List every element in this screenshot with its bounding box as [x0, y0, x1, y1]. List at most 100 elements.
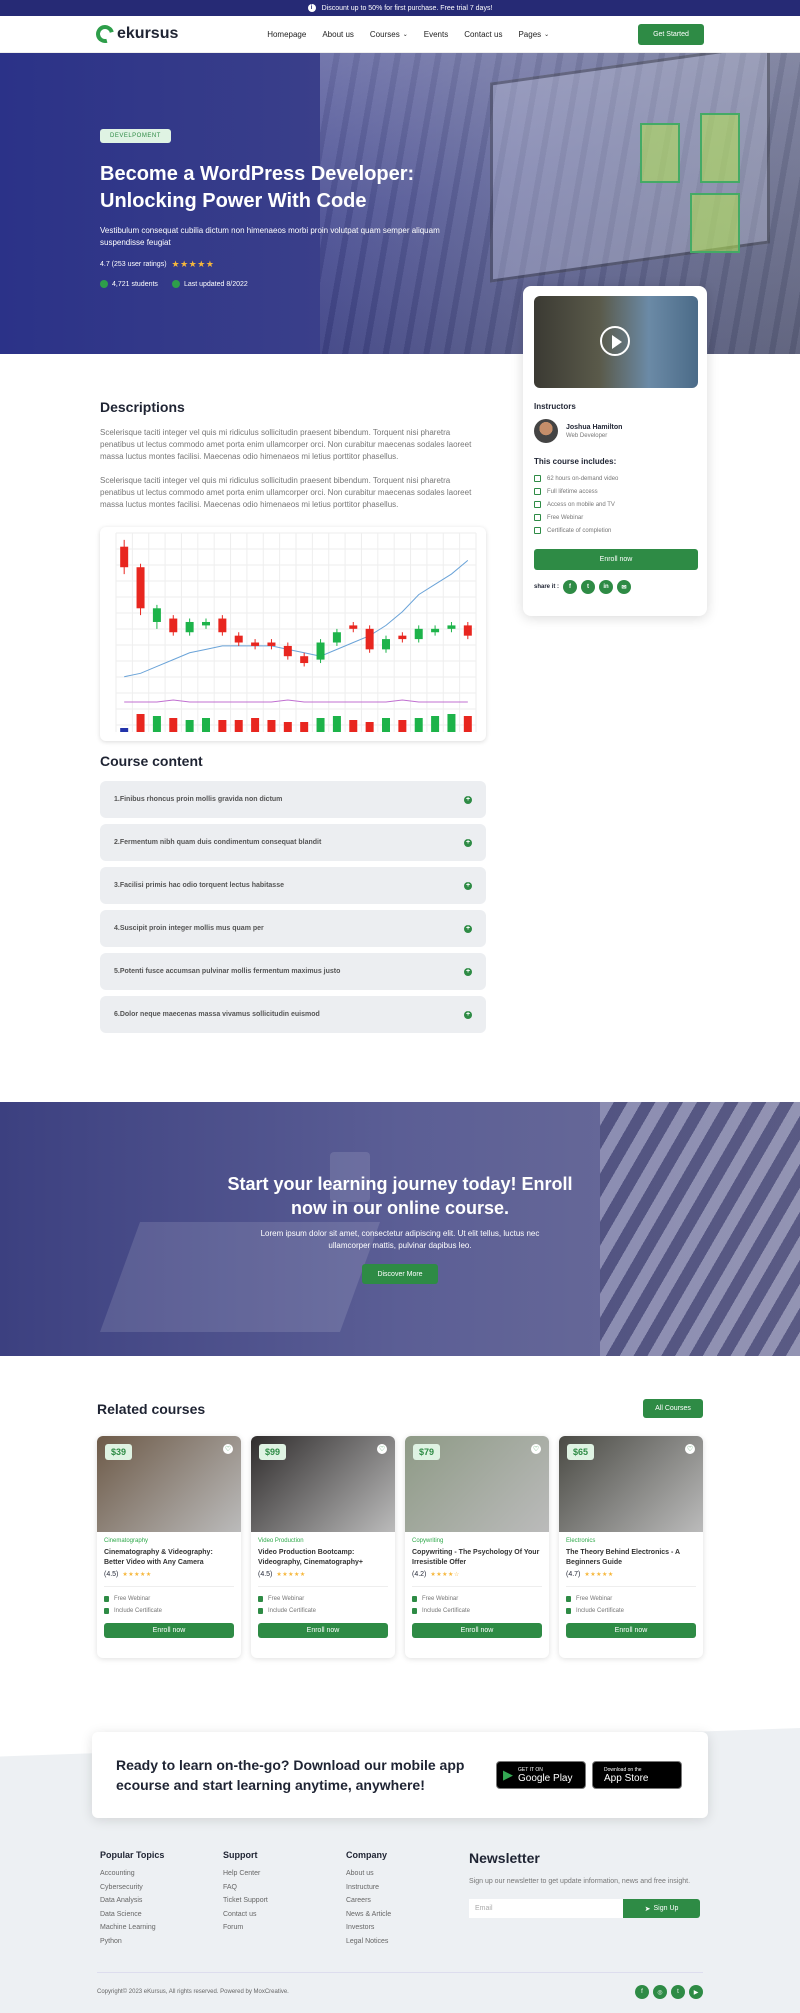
accordion-item[interactable]: 3.Facilisi primis hac odio torquent lect… [100, 867, 486, 904]
course-card[interactable]: $99 ♡ Video Production Video Production Boo… [251, 1436, 395, 1658]
footer-link-company[interactable]: Investors [346, 1924, 469, 1938]
accordion-item[interactable]: 2.Fermentum nibh quam duis condimentum c… [100, 824, 486, 861]
accordion-label: 1.Finibus rhoncus proin mollis gravida n… [114, 796, 283, 803]
star-icons: ★★★★★ [276, 1572, 306, 1578]
footer-link-topic[interactable]: Data Analysis [100, 1897, 223, 1911]
email-input[interactable]: Email [469, 1899, 623, 1918]
course-card[interactable]: $39 ♡ Cinematography Cinematography & Video… [97, 1436, 241, 1658]
nav-events[interactable]: Events [424, 30, 448, 39]
wireframe-box [640, 123, 680, 183]
course-title[interactable]: Copywriting - The Psychology Of Your Irr… [412, 1548, 542, 1568]
course-category[interactable]: Cinematography [104, 1538, 234, 1544]
nav-about[interactable]: About us [322, 30, 354, 39]
footer-link-topic[interactable]: Python [100, 1938, 223, 1952]
footer-link-support[interactable]: Contact us [223, 1911, 346, 1925]
google-play-button[interactable]: ▶ GET IT ON Google Play [496, 1761, 586, 1789]
star-icons: ★★★★☆ [430, 1572, 460, 1578]
course-card[interactable]: $65 ♡ Electronics The Theory Behind Electro… [559, 1436, 703, 1658]
course-category[interactable]: Video Production [258, 1538, 388, 1544]
accordion-item[interactable]: 4.Suscipit proin integer mollis mus quam… [100, 910, 486, 947]
instructor[interactable]: Joshua Hamilton Web Developer [534, 419, 696, 443]
youtube-icon[interactable]: ▶ [689, 1985, 703, 1999]
feature-label: Include Certificate [268, 1608, 317, 1614]
course-thumbnail[interactable]: $65 ♡ [559, 1436, 703, 1532]
heart-icon[interactable]: ♡ [223, 1444, 233, 1454]
candle-body [316, 642, 325, 660]
footer-link-topic[interactable]: Accounting [100, 1870, 223, 1884]
linkedin-icon[interactable]: in [599, 580, 614, 594]
category-tag[interactable]: DEVELPOMENT [100, 129, 171, 143]
newsletter: Newsletter Sign up our newsletter to get… [469, 1850, 700, 1951]
course-thumbnail[interactable]: $99 ♡ [251, 1436, 395, 1532]
course-thumbnail[interactable]: $79 ♡ [405, 1436, 549, 1532]
star-icons: ★★★★★ [122, 1572, 152, 1578]
discover-more-button[interactable]: Discover More [362, 1264, 438, 1284]
course-content-title: Course content [100, 753, 203, 769]
students-count: 4,721 students [100, 280, 158, 288]
play-icon[interactable] [600, 326, 630, 356]
facebook-icon[interactable]: f [563, 580, 578, 594]
accordion-item[interactable]: 6.Dolor neque maecenas massa vivamus sol… [100, 996, 486, 1033]
footer-link-company[interactable]: News & Article [346, 1911, 469, 1925]
logo[interactable]: ekursus [92, 21, 178, 47]
app-store-button[interactable]: Download on the App Store [592, 1761, 682, 1789]
footer-link-topic[interactable]: Cybersecurity [100, 1884, 223, 1898]
instagram-icon[interactable]: ◎ [653, 1985, 667, 1999]
nav-courses[interactable]: Courses ⌄ [370, 30, 408, 39]
enroll-button[interactable]: Enroll now [258, 1623, 388, 1638]
certificate-icon [258, 1608, 263, 1614]
nav-pages[interactable]: Pages ⌄ [518, 30, 549, 39]
footer-link-support[interactable]: Ticket Support [223, 1897, 346, 1911]
course-title[interactable]: Cinematography & Videography: Better Vid… [104, 1548, 234, 1568]
footer-link-company[interactable]: About us [346, 1870, 469, 1884]
course-category[interactable]: Copywriting [412, 1538, 542, 1544]
nav-homepage[interactable]: Homepage [267, 30, 306, 39]
footer: Popular Topics Accounting Cybersecurity Da… [100, 1850, 700, 1951]
cta-banner: Start your learning journey today! Enrol… [0, 1102, 800, 1356]
rating-text: 4.7 (253 user ratings) [100, 261, 167, 268]
course-title[interactable]: Video Production Bootcamp: Videography, … [258, 1548, 388, 1568]
accordion-item[interactable]: 1.Finibus rhoncus proin mollis gravida n… [100, 781, 486, 818]
course-thumbnail[interactable]: $39 ♡ [97, 1436, 241, 1532]
volume-bar [169, 718, 178, 732]
course-category[interactable]: Electronics [566, 1538, 696, 1544]
footer-link-topic[interactable]: Data Science [100, 1911, 223, 1925]
twitter-icon[interactable]: t [581, 580, 596, 594]
enroll-button[interactable]: Enroll now [566, 1623, 696, 1638]
course-card[interactable]: $79 ♡ Copywriting Copywriting - The Psychol… [405, 1436, 549, 1658]
twitter-icon[interactable]: t [671, 1985, 685, 1999]
rating-value: (4.2) [412, 1571, 427, 1578]
volume-bar [218, 720, 227, 732]
footer-link-support[interactable]: FAQ [223, 1884, 346, 1898]
all-courses-button[interactable]: All Courses [643, 1399, 703, 1418]
heart-icon[interactable]: ♡ [685, 1444, 695, 1454]
footer-link-company[interactable]: Legal Notices [346, 1938, 469, 1952]
enroll-button[interactable]: Enroll now [104, 1623, 234, 1638]
candle-body [447, 625, 456, 629]
enroll-button[interactable]: Enroll now [534, 549, 698, 570]
instructor-role: Web Developer [566, 432, 608, 439]
facebook-icon[interactable]: f [635, 1985, 649, 1999]
get-started-button[interactable]: Get Started [637, 23, 704, 45]
course-title[interactable]: The Theory Behind Electronics - A Beginn… [566, 1548, 696, 1568]
info-icon: i [307, 4, 316, 12]
copyright: Copyright© 2023 eKursus, All rights rese… [97, 1989, 289, 1995]
accordion-item[interactable]: 5.Potenti fusce accumsan pulvinar mollis… [100, 953, 486, 990]
price-chart-image [100, 527, 486, 741]
footer-link-topic[interactable]: Machine Learning [100, 1924, 223, 1938]
enroll-button[interactable]: Enroll now [412, 1623, 542, 1638]
preview-video[interactable] [534, 296, 698, 388]
footer-link-support[interactable]: Help Center [223, 1870, 346, 1884]
footer-link-support[interactable]: Forum [223, 1924, 346, 1938]
social-links: f ◎ t ▶ [635, 1985, 703, 1999]
email-icon[interactable]: ✉ [617, 580, 632, 594]
heart-icon[interactable]: ♡ [377, 1444, 387, 1454]
nav-contact[interactable]: Contact us [464, 30, 502, 39]
sign-up-button[interactable]: ➤ Sign Up [623, 1899, 700, 1918]
heart-icon[interactable]: ♡ [531, 1444, 541, 1454]
info-icon [171, 280, 180, 288]
footer-link-company[interactable]: Instructure [346, 1884, 469, 1898]
candle-body [300, 656, 309, 664]
footer-link-company[interactable]: Careers [346, 1897, 469, 1911]
candlestick-chart [115, 532, 477, 732]
